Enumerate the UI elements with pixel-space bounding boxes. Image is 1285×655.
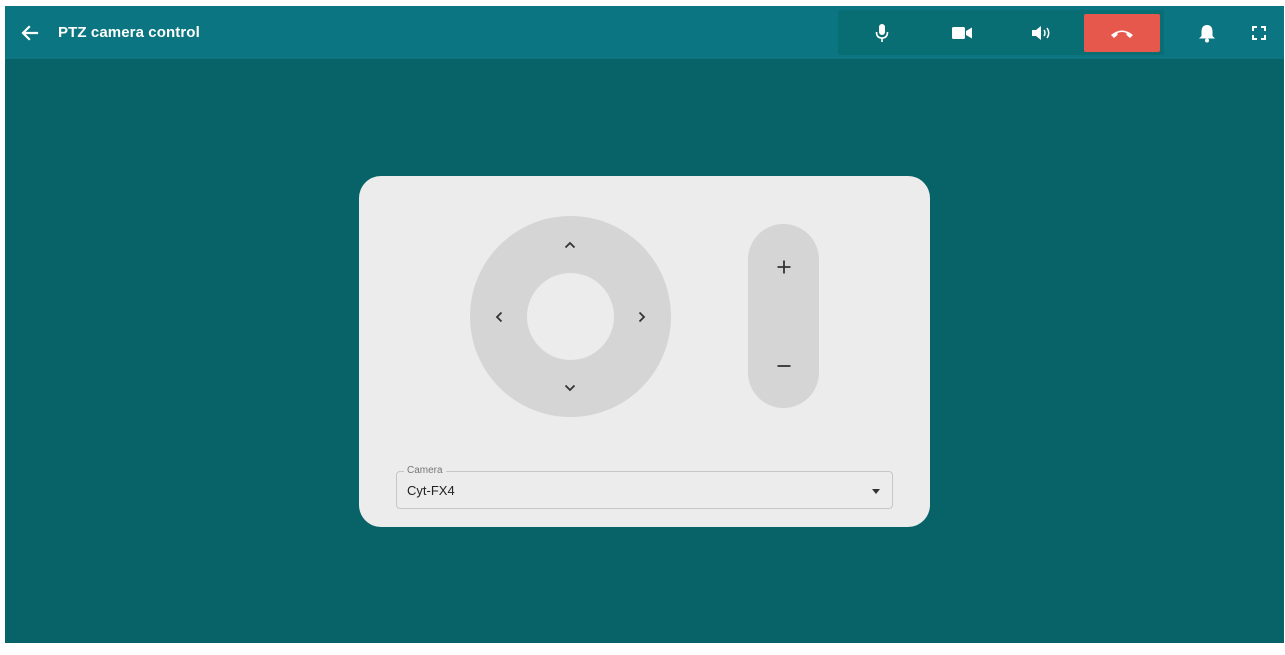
ptz-control-panel: Camera Cyt-FX4: [359, 176, 930, 527]
plus-icon: [777, 260, 790, 274]
camera-button[interactable]: [942, 10, 982, 55]
back-button[interactable]: [17, 20, 43, 46]
microphone-icon: [875, 23, 889, 42]
pan-left-button[interactable]: [485, 303, 513, 331]
tilt-down-button[interactable]: [556, 374, 584, 402]
caret-down-icon: [871, 487, 881, 495]
speaker-button[interactable]: [1022, 10, 1062, 55]
bell-icon: [1199, 25, 1215, 43]
microphone-button[interactable]: [862, 10, 902, 55]
app-window: PTZ camera control Camera Cyt-FX4: [5, 6, 1284, 643]
tilt-up-button[interactable]: [556, 231, 584, 259]
camera-select-value: Cyt-FX4: [407, 483, 455, 498]
zoom-in-button[interactable]: [748, 237, 819, 297]
arrow-left-icon: [21, 25, 39, 41]
pan-right-button[interactable]: [628, 303, 656, 331]
video-camera-icon: [952, 26, 972, 39]
fullscreen-button[interactable]: [1246, 20, 1272, 46]
hang-up-button[interactable]: [1084, 14, 1160, 52]
zoom-control: [748, 224, 819, 408]
phone-hangup-icon: [1111, 30, 1133, 38]
notifications-button[interactable]: [1194, 20, 1220, 46]
chevron-right-icon: [638, 311, 646, 323]
pan-tilt-dpad: [470, 216, 671, 417]
top-bar: PTZ camera control: [5, 6, 1284, 59]
camera-select[interactable]: Camera Cyt-FX4: [396, 465, 893, 509]
speaker-icon: [1032, 25, 1050, 40]
dpad-center-button[interactable]: [527, 273, 614, 360]
fullscreen-icon: [1252, 26, 1266, 40]
zoom-out-button[interactable]: [748, 336, 819, 396]
camera-select-label: Camera: [404, 465, 446, 477]
chevron-up-icon: [564, 241, 576, 249]
page-title: PTZ camera control: [58, 24, 200, 41]
minus-icon: [777, 365, 790, 367]
chevron-down-icon: [564, 384, 576, 392]
chevron-left-icon: [495, 311, 503, 323]
